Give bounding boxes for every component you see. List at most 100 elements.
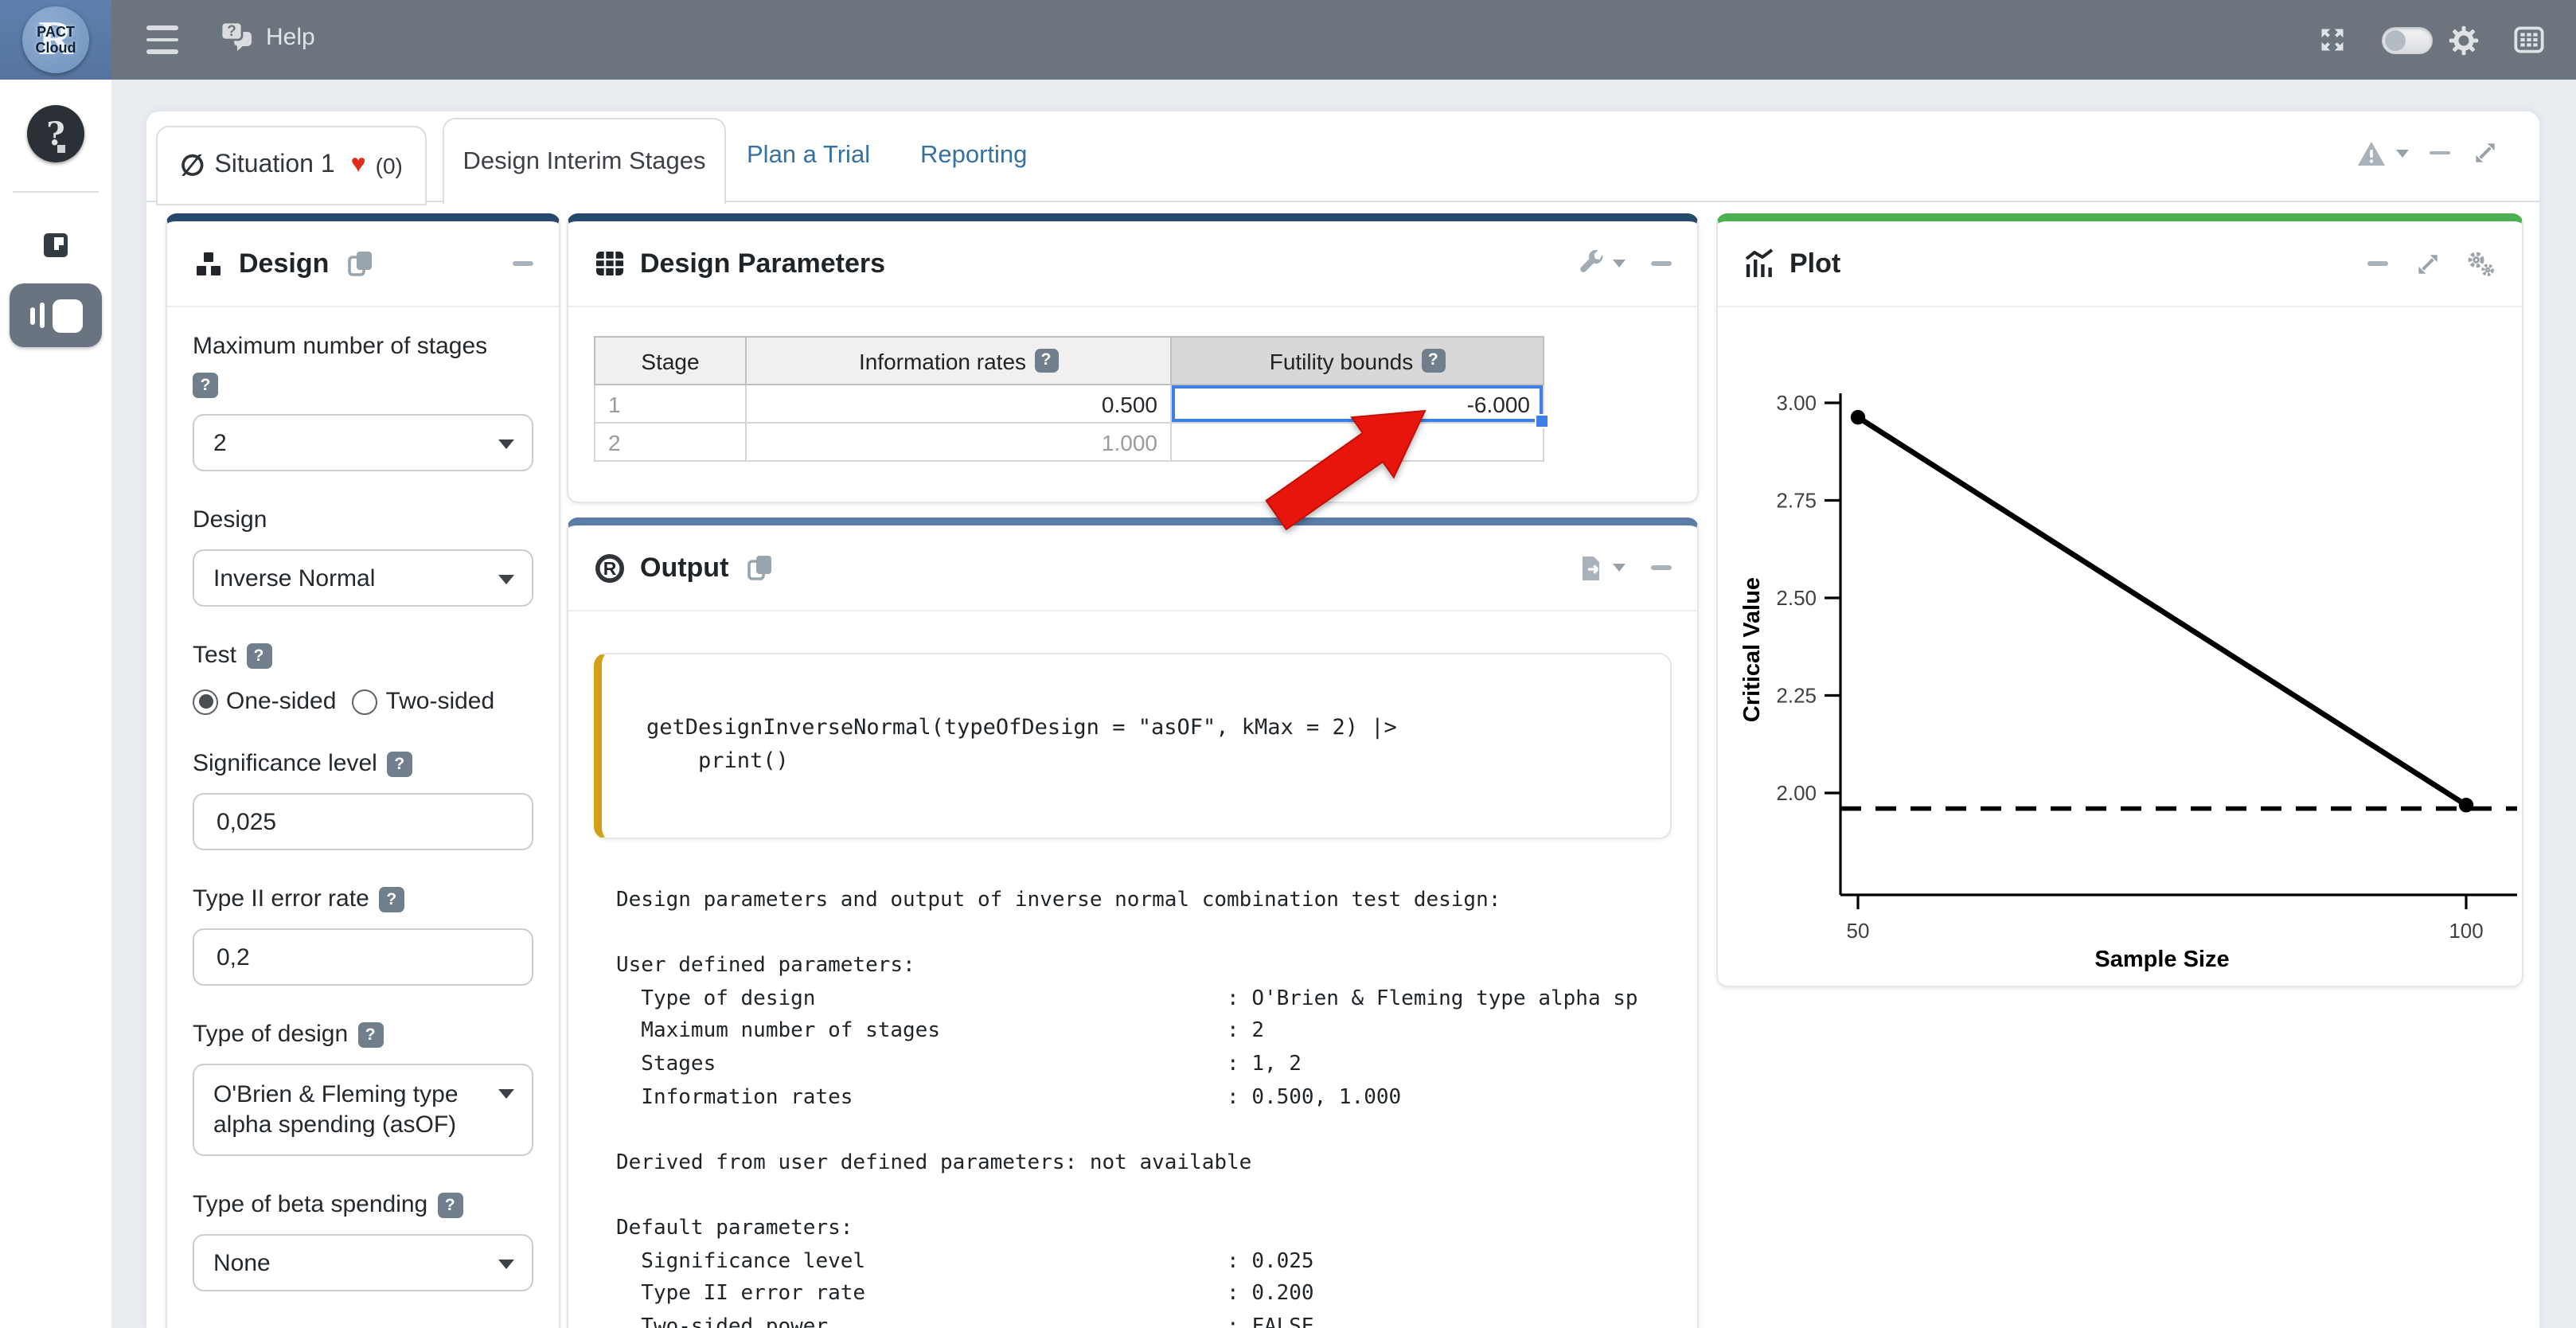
cell-futility-bound-2[interactable] [1171,423,1544,461]
test-label: Test ? [193,642,533,669]
cell-stage-2[interactable]: 2 [595,423,746,461]
design-select[interactable]: Inverse Normal [193,549,533,607]
collapse-card-button[interactable] [1651,565,1672,569]
column-header-futility-bounds[interactable]: Futility bounds? [1171,337,1544,385]
r-console-output: Design parameters and output of inverse … [616,885,1667,1328]
apps-grid-icon[interactable] [2514,25,2544,54]
tab-plan-a-trial[interactable]: Plan a Trial [747,111,870,201]
flag-icon [43,232,68,258]
help-bubbles-icon: ? [220,21,255,53]
export-dropdown[interactable] [1578,553,1626,582]
table-tools-dropdown[interactable] [1578,250,1626,277]
svg-text:2.50: 2.50 [1776,586,1817,610]
output-card-header: R Output [568,525,1697,611]
significance-input-wrap [193,793,533,850]
tab-situation-1[interactable]: ∅ Situation 1 ♥ (0) [156,126,427,205]
help-label: Help [266,23,315,50]
card-title: Output [640,552,728,584]
rpact-cloud-logo-icon: R PACT Cloud [22,6,89,73]
menu-hamburger-icon[interactable] [146,25,178,54]
cell-information-rate-2[interactable]: 1.000 [746,423,1171,461]
svg-text:50: 50 [1847,919,1870,943]
help-badge-icon[interactable]: ? [379,886,404,912]
help-badge-icon[interactable]: ? [193,373,218,398]
radio-two-sided-label[interactable]: Two-sided [385,688,494,715]
chevron-down-icon [2396,149,2409,157]
cell-information-rate-1[interactable]: 0.500 [746,385,1171,423]
app-logo[interactable]: R PACT Cloud [0,0,111,80]
collapse-card-button[interactable] [1651,261,1672,265]
help-button[interactable]: ? Help [220,21,315,53]
fullscreen-icon[interactable] [2318,25,2347,54]
sidebar-divider [13,191,99,193]
design-parameters-table: Stage Information rates? Futility bounds… [594,336,1544,462]
column-header-stage[interactable]: Stage [595,337,746,385]
card-title: Design [239,248,329,279]
beta-spending-select[interactable]: None [193,1234,533,1291]
tab-reporting[interactable]: Reporting [920,111,1027,201]
help-badge-icon[interactable]: ? [246,643,271,668]
cell-stage-1[interactable]: 1 [595,385,746,423]
x-axis-label: Sample Size [2094,947,2229,972]
max-stages-select[interactable]: 2 [193,414,533,471]
user-avatar[interactable]: ? [27,105,84,162]
radio-one-sided-label[interactable]: One-sided [226,688,336,715]
warnings-dropdown[interactable] [2356,139,2409,166]
significance-input[interactable] [213,807,490,837]
top-navbar: R PACT Cloud ? Help [0,0,2576,80]
data-point [2459,798,2473,812]
table-icon [594,248,626,279]
chevron-down-icon [1613,260,1626,268]
topbar-actions [2318,0,2544,80]
type-of-design-select[interactable]: O'Brien & Fleming type alpha spending (a… [193,1064,533,1156]
radio-two-sided[interactable] [352,689,377,714]
favorite-count: (0) [376,153,403,178]
left-sidebar: ? [0,80,111,1328]
column-header-information-rates[interactable]: Information rates? [746,337,1171,385]
collapse-card-button[interactable] [2367,261,2388,265]
card-title: Design Parameters [640,248,885,279]
type2-error-input[interactable] [213,942,490,972]
help-badge-icon[interactable]: ? [1421,349,1445,373]
export-file-icon [1578,553,1605,582]
expand-plot-icon[interactable] [2414,249,2442,278]
chart-icon [1743,248,1775,279]
r-code-block[interactable]: getDesignInverseNormal(typeOfDesign = "a… [594,653,1672,839]
collapse-card-button[interactable] [513,261,533,265]
radio-one-sided[interactable] [193,689,218,714]
selection-fill-handle[interactable] [1535,414,1549,428]
help-badge-icon[interactable]: ? [437,1192,463,1217]
svg-text:100: 100 [2449,919,2483,943]
max-stages-label: Maximum number of stages [193,333,533,360]
wrench-icon [1578,250,1605,277]
sidebar-item-panels-active[interactable] [10,283,102,347]
data-point [1851,410,1865,424]
critical-value-line [1858,417,2466,805]
copy-icon[interactable] [744,553,775,583]
collapse-panel-button[interactable] [2430,150,2450,154]
help-badge-icon[interactable]: ? [1034,349,1058,373]
dark-mode-toggle[interactable] [2382,26,2433,53]
settings-gear-icon[interactable] [2449,25,2479,55]
tab-design-interim-stages[interactable]: Design Interim Stages [443,118,726,204]
heart-icon[interactable]: ♥ [351,151,366,180]
svg-text:3.00: 3.00 [1776,391,1817,415]
design-parameters-card: Design Parameters Stage Information rate… [567,213,1699,503]
cubes-icon [193,249,224,278]
design-label: Design [193,506,533,533]
help-badge-icon[interactable]: ? [387,751,412,776]
cell-futility-bound-1-selected[interactable]: -6.000 [1171,385,1544,423]
plot-card-header: Plot [1718,221,2522,307]
empty-set-icon: ∅ [180,149,205,182]
plot-settings-gears-icon[interactable] [2465,248,2496,279]
table-header-row: Stage Information rates? Futility bounds… [595,337,1544,385]
help-badge-icon[interactable]: ? [357,1021,383,1047]
svg-text:R: R [603,557,617,578]
sidebar-item-flag[interactable] [43,232,68,258]
design-form: Maximum number of stages ? 2 Design Inve… [167,307,559,1291]
copy-icon[interactable] [345,248,375,279]
svg-text:?: ? [227,23,236,40]
design-parameters-header: Design Parameters [568,221,1697,307]
expand-panel-icon[interactable] [2471,139,2500,167]
card-title: Plot [1790,248,1840,279]
